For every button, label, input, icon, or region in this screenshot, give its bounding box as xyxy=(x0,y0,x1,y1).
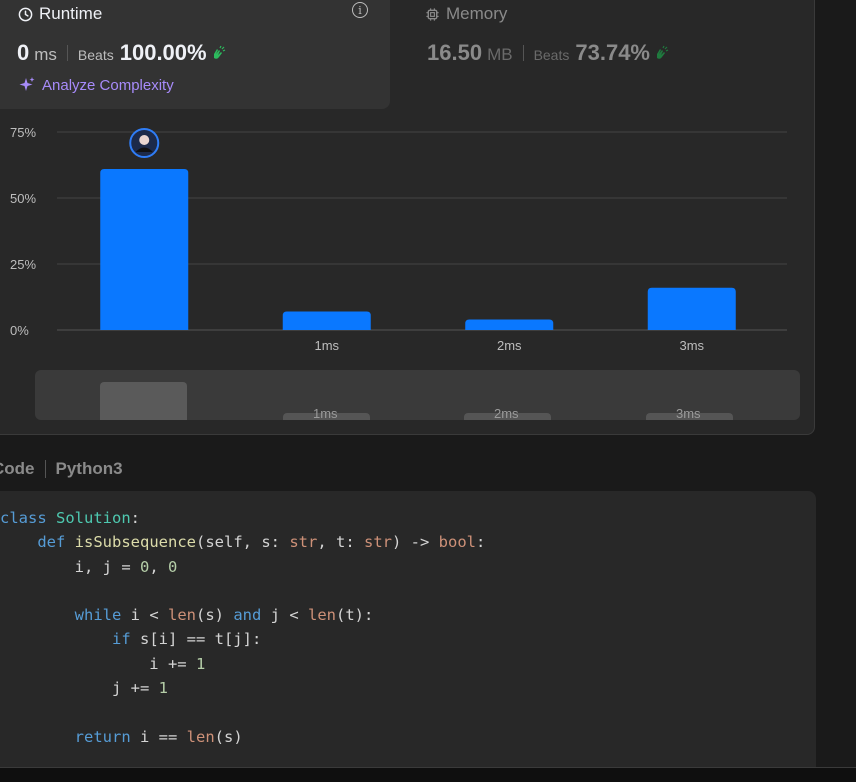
y-tick-label: 50% xyxy=(10,191,36,206)
chart-bar xyxy=(282,311,371,330)
chip-icon xyxy=(426,7,439,21)
mini-label-1ms: 1ms xyxy=(313,406,338,420)
sparkle-icon xyxy=(19,77,35,91)
runtime-distribution-chart: 0% 25% 50% 75% 1ms 2ms 3ms xyxy=(10,125,787,353)
memory-value: 16.50 xyxy=(427,40,483,65)
memory-beats-label: Beats xyxy=(533,47,570,63)
mini-label-3ms: 3ms xyxy=(676,406,701,420)
memory-title[interactable]: Memory xyxy=(425,4,507,24)
runtime-value: 0 xyxy=(17,40,30,65)
analyze-complexity-button[interactable]: Analyze Complexity xyxy=(18,76,174,94)
memory-beats-pct: 73.74% xyxy=(575,40,650,65)
analyze-complexity-label: Analyze Complexity xyxy=(42,76,174,94)
mini-bar xyxy=(100,382,187,420)
y-tick-label: 0% xyxy=(10,323,29,338)
chart-bar xyxy=(647,287,736,330)
memory-title-label: Memory xyxy=(446,4,508,23)
x-tick-label: 1ms xyxy=(314,338,339,353)
mini-label-2ms: 2ms xyxy=(494,406,519,420)
clock-icon xyxy=(18,7,33,21)
code-block: class Solution: def isSubsequence(self, … xyxy=(0,509,486,746)
clap-icon xyxy=(657,45,669,59)
memory-unit: MB xyxy=(487,45,513,64)
code-language: Python3 xyxy=(55,459,123,478)
x-tick-label: 3ms xyxy=(679,338,704,353)
divider xyxy=(522,45,524,61)
runtime-title: Runtime xyxy=(18,4,102,24)
runtime-beats-pct: 100.00% xyxy=(119,40,207,65)
info-icon[interactable]: i xyxy=(352,2,368,18)
code-header: Code Python3 xyxy=(0,459,123,479)
clap-icon xyxy=(213,45,225,59)
y-tick-label: 75% xyxy=(10,125,36,140)
y-tick-label: 25% xyxy=(10,257,36,272)
chart-bar xyxy=(465,319,554,330)
memory-value-row: 16.50 MB Beats 73.74% xyxy=(427,40,670,66)
chart-bar xyxy=(100,168,189,330)
divider xyxy=(44,460,46,478)
runtime-value-row: 0 ms Beats 100.00% xyxy=(17,40,227,66)
code-tab-label[interactable]: Code xyxy=(0,459,35,479)
divider xyxy=(66,45,68,61)
x-tick-label: 2ms xyxy=(497,338,522,353)
bottom-bar xyxy=(0,767,856,782)
runtime-range-selector[interactable]: 1ms 2ms 3ms xyxy=(35,370,800,420)
runtime-unit: ms xyxy=(34,45,57,64)
avatar-face xyxy=(139,135,150,145)
runtime-title-label: Runtime xyxy=(39,4,103,23)
runtime-beats-label: Beats xyxy=(77,47,114,63)
